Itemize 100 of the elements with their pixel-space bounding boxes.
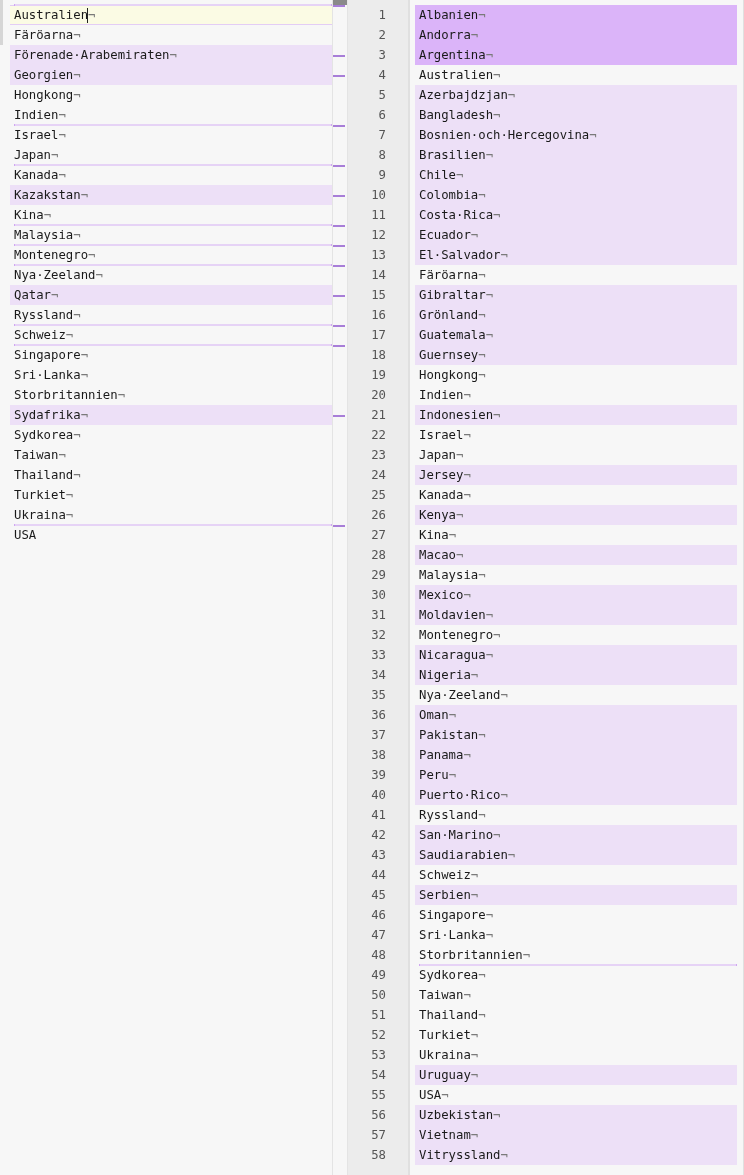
code-line: Färöarna¬ <box>418 267 487 284</box>
line-number: 31 <box>370 607 387 624</box>
code-line: Nya·Zeeland¬ <box>418 687 509 704</box>
code-line: Montenegro¬ <box>418 627 502 644</box>
overview-mark <box>333 295 345 297</box>
code-line: Storbritannien¬ <box>418 947 532 964</box>
line-number: 14 <box>370 267 387 284</box>
line-number: 10 <box>370 187 387 204</box>
line-number: 15 <box>370 287 387 304</box>
code-line: Singapore¬ <box>13 347 90 364</box>
code-line: Indien¬ <box>13 107 67 124</box>
line-number: 30 <box>370 587 387 604</box>
overview-mark <box>333 125 345 127</box>
code-line: Sydkorea¬ <box>13 427 82 444</box>
line-number: 4 <box>377 67 387 84</box>
line-number: 35 <box>370 687 387 704</box>
line-number: 52 <box>370 1027 387 1044</box>
line-number: 18 <box>370 347 387 364</box>
overview-mark <box>333 245 345 247</box>
code-line: Hongkong¬ <box>418 367 487 384</box>
overview-mark <box>333 265 345 267</box>
line-number: 51 <box>370 1007 387 1024</box>
line-number: 41 <box>370 807 387 824</box>
code-line: Kanada¬ <box>418 487 472 504</box>
line-number: 16 <box>370 307 387 324</box>
line-number: 42 <box>370 827 387 844</box>
overview-mark <box>333 325 345 327</box>
line-number: 24 <box>370 467 387 484</box>
line-number: 49 <box>370 967 387 984</box>
line-number: 6 <box>377 107 387 124</box>
code-line: Japan¬ <box>418 447 465 464</box>
code-line: Turkiet¬ <box>13 487 75 504</box>
line-number: 19 <box>370 367 387 384</box>
code-line: Sydkorea¬ <box>418 967 487 984</box>
code-line: Malaysia¬ <box>418 567 487 584</box>
code-line: Singapore¬ <box>418 907 495 924</box>
code-line: Färöarna¬ <box>13 27 82 44</box>
overview-mark <box>333 55 345 57</box>
line-number: 38 <box>370 747 387 764</box>
code-line: Ukraina¬ <box>13 507 75 524</box>
line-number: 36 <box>370 707 387 724</box>
line-number: 29 <box>370 567 387 584</box>
code-line: Thailand¬ <box>418 1007 487 1024</box>
code-line: Ryssland¬ <box>13 307 82 324</box>
code-line: Montenegro¬ <box>13 247 97 264</box>
line-number: 56 <box>370 1107 387 1124</box>
code-line: Storbritannien¬ <box>13 387 127 404</box>
line-number: 26 <box>370 507 387 524</box>
code-line: USA <box>13 527 38 544</box>
line-number: 21 <box>370 407 387 424</box>
line-number: 45 <box>370 887 387 904</box>
line-number: 25 <box>370 487 387 504</box>
line-number: 34 <box>370 667 387 684</box>
line-number: 55 <box>370 1087 387 1104</box>
line-number: 39 <box>370 767 387 784</box>
line-number: 58 <box>370 1147 387 1164</box>
line-number: 33 <box>370 647 387 664</box>
overview-mark <box>333 525 345 527</box>
line-number: 3 <box>377 47 387 64</box>
code-line: Turkiet¬ <box>418 1027 480 1044</box>
line-number: 43 <box>370 847 387 864</box>
line-number: 44 <box>370 867 387 884</box>
line-number: 12 <box>370 227 387 244</box>
code-line: Schweiz¬ <box>418 867 480 884</box>
line-number: 46 <box>370 907 387 924</box>
code-line: Schweiz¬ <box>13 327 75 344</box>
overview-mark <box>333 165 345 167</box>
overview-mark <box>333 345 345 347</box>
code-line: Sri·Lanka¬ <box>13 367 90 384</box>
line-number: 27 <box>370 527 387 544</box>
code-line: Taiwan¬ <box>418 987 472 1004</box>
line-number: 5 <box>377 87 387 104</box>
line-number: 8 <box>377 147 387 164</box>
line-number: 53 <box>370 1047 387 1064</box>
scrollbar-thumb[interactable] <box>0 0 3 45</box>
overview-mark <box>333 75 345 77</box>
line-number: 50 <box>370 987 387 1004</box>
overview-mark <box>333 195 345 197</box>
line-number: 48 <box>370 947 387 964</box>
overview-mark <box>333 225 345 227</box>
code-line: Thailand¬ <box>13 467 82 484</box>
code-line: Israel¬ <box>13 127 67 144</box>
scrollbar-thumb[interactable] <box>333 0 347 5</box>
code-line: Japan¬ <box>13 147 60 164</box>
code-line: Kina¬ <box>13 207 53 224</box>
code-line: Hongkong¬ <box>13 87 82 104</box>
line-number: 37 <box>370 727 387 744</box>
line-number: 2 <box>377 27 387 44</box>
line-number: 54 <box>370 1067 387 1084</box>
code-line: Australien¬ <box>418 67 502 84</box>
code-line: Sri·Lanka¬ <box>418 927 495 944</box>
line-number: 20 <box>370 387 387 404</box>
line-number: 22 <box>370 427 387 444</box>
code-line: Israel¬ <box>418 427 472 444</box>
code-line: Ryssland¬ <box>418 807 487 824</box>
code-line: Kanada¬ <box>13 167 67 184</box>
overview-mark <box>333 5 345 7</box>
line-number: 47 <box>370 927 387 944</box>
line-number: 40 <box>370 787 387 804</box>
line-number: 32 <box>370 627 387 644</box>
